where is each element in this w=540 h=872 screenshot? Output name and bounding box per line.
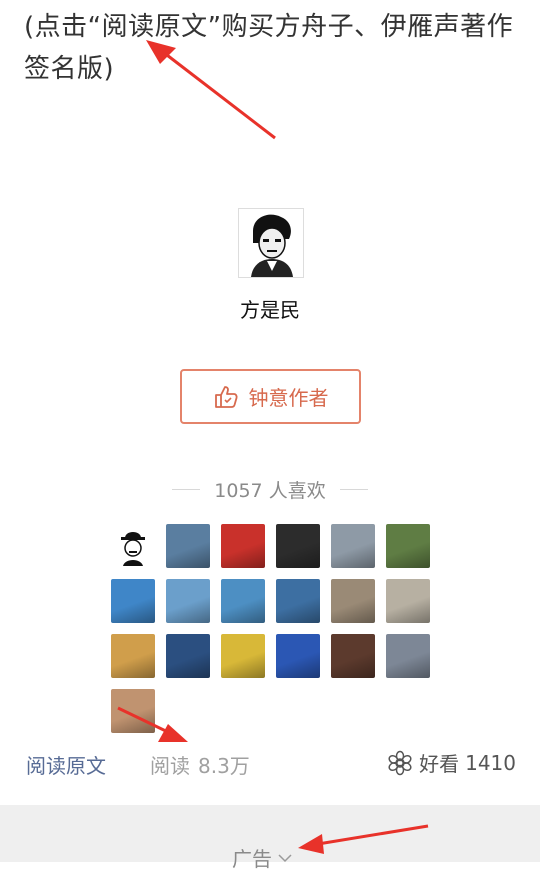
sky-photo-avatar[interactable] — [221, 579, 265, 623]
promo-text: (点击“阅读原文”购买方舟子、伊雁声著作签名版) — [24, 12, 514, 84]
cartoon-avatar-avatar[interactable] — [111, 524, 155, 568]
flowers-photo-avatar[interactable] — [386, 579, 430, 623]
child-photo-avatar[interactable] — [221, 634, 265, 678]
dark-photo-avatar[interactable] — [276, 524, 320, 568]
ad-bar: 广告 — [0, 805, 540, 871]
person-photo-2-avatar[interactable] — [331, 634, 375, 678]
cartoon-face-icon — [121, 532, 145, 566]
haokan-button[interactable]: 好看 1410 — [387, 748, 516, 777]
person-photo-avatar[interactable] — [166, 524, 210, 568]
thumbs-up-icon — [214, 385, 238, 408]
reward-author-button[interactable]: 钟意作者 — [180, 369, 361, 424]
flower-icon — [388, 750, 412, 775]
author-name[interactable]: 方是民 — [0, 294, 540, 323]
red-photo-avatar[interactable] — [221, 524, 265, 568]
landscape-photo-avatar[interactable] — [331, 524, 375, 568]
read-label: 阅读 — [150, 754, 190, 778]
author-portrait-icon — [239, 209, 303, 277]
blue-rose-photo-avatar[interactable] — [276, 634, 320, 678]
likes-summary: 1057 人喜欢 — [0, 476, 540, 502]
ad-label: 广告 — [232, 847, 272, 871]
divider-left — [172, 488, 201, 490]
seaside-photo-avatar[interactable] — [386, 634, 430, 678]
building-photo-avatar[interactable] — [331, 579, 375, 623]
night-sky-photo-avatar[interactable] — [166, 634, 210, 678]
chevron-down-icon — [278, 853, 292, 862]
liker-avatar-grid — [111, 524, 431, 733]
likes-count: 1057 人喜欢 — [214, 479, 326, 502]
read-original-link[interactable]: 阅读原文 — [26, 750, 106, 779]
gate-photo-avatar[interactable] — [111, 634, 155, 678]
haokan-count: 1410 — [465, 750, 516, 775]
article-footer: 阅读原文 阅读 8.3万 好看 1410 — [0, 744, 540, 784]
author-avatar[interactable] — [238, 208, 304, 278]
read-count-value: 8.3万 — [198, 754, 250, 778]
person-blue-photo-avatar[interactable] — [276, 579, 320, 623]
travel-photo-avatar[interactable] — [166, 579, 210, 623]
haokan-label: 好看 — [419, 752, 460, 776]
read-count: 阅读 8.3万 — [150, 750, 250, 779]
divider-right — [339, 488, 368, 490]
ad-toggle[interactable]: 广告 — [232, 843, 292, 872]
reward-button-label: 钟意作者 — [248, 386, 329, 410]
minions-photo-avatar[interactable] — [111, 579, 155, 623]
tree-photo-avatar[interactable] — [386, 524, 430, 568]
dog-photo-avatar[interactable] — [111, 689, 155, 733]
